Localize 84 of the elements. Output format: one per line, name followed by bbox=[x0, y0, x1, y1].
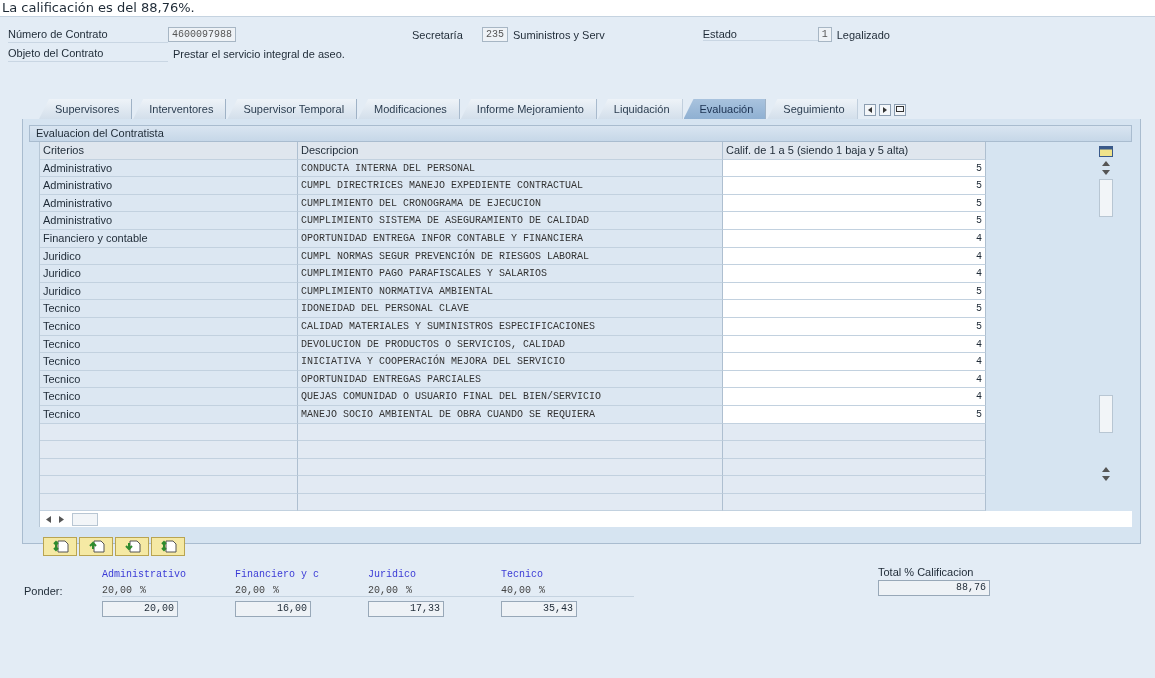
rating-cell[interactable]: 4 bbox=[723, 353, 986, 371]
field-label: Estado bbox=[702, 28, 818, 41]
score-field[interactable]: 20,00 bbox=[102, 600, 178, 617]
field-label: Objeto del Contrato bbox=[8, 45, 168, 62]
status-name: Legalizado bbox=[836, 28, 890, 41]
table-cell: Administrativo bbox=[40, 212, 298, 230]
table-cell: INICIATIVA Y COOPERACIÓN MEJORA DEL SERVICIO bbox=[298, 353, 723, 371]
secretaria-name: Suministros y Serv bbox=[513, 28, 605, 41]
score-field[interactable]: 17,33 bbox=[368, 600, 444, 617]
weight-value: 20,00 bbox=[235, 584, 265, 596]
category-name: Administrativo bbox=[102, 568, 187, 580]
scroll-left-icon[interactable] bbox=[46, 515, 51, 523]
toolbar-button[interactable] bbox=[115, 537, 149, 557]
total-field[interactable]: 88,76 bbox=[878, 580, 990, 596]
category-name: Juridico bbox=[368, 568, 417, 580]
field-label: Secretaría bbox=[412, 28, 464, 41]
scroll-right-button[interactable] bbox=[878, 104, 891, 116]
table-cell: Tecnico bbox=[40, 388, 298, 406]
percent-sign: % bbox=[406, 584, 413, 596]
tab[interactable]: Seguimiento bbox=[767, 99, 858, 119]
weight-value: 20,00 bbox=[368, 584, 398, 596]
contract-object-text: Prestar el servicio integral de aseo. bbox=[173, 47, 345, 60]
right-arrow-icon bbox=[881, 107, 888, 113]
table-cell: Tecnico bbox=[40, 353, 298, 371]
tab[interactable]: Supervisor Temporal bbox=[227, 99, 358, 119]
page-arrows-icon bbox=[51, 540, 69, 554]
tab[interactable]: Evaluación bbox=[683, 99, 767, 119]
toolbar-button[interactable] bbox=[43, 537, 77, 557]
page-up-arrow-icon bbox=[87, 540, 105, 554]
table-cell: CUMPL DIRECTRICES MANEJO EXPEDIENTE CONTRACTUAL bbox=[298, 177, 723, 195]
rating-cell[interactable]: 4 bbox=[723, 388, 986, 406]
rating-cell[interactable]: 5 bbox=[723, 177, 986, 195]
percent-sign: % bbox=[539, 584, 546, 596]
category-name: Financiero y c bbox=[235, 568, 320, 580]
table-cell: CUMPLIMIENTO SISTEMA DE ASEGURAMIENTO DE CALIDAD bbox=[298, 212, 723, 230]
table-cell: Tecnico bbox=[40, 300, 298, 318]
tab-list-button[interactable] bbox=[893, 104, 906, 116]
tab[interactable]: Modificaciones bbox=[358, 99, 460, 119]
scroll-down-icon[interactable] bbox=[1102, 170, 1110, 175]
scroll-thumb[interactable] bbox=[72, 512, 98, 526]
tab[interactable]: Supervisores bbox=[39, 99, 133, 119]
table-cell: Juridico bbox=[40, 265, 298, 283]
column-header[interactable]: Calif. de 1 a 5 (siendo 1 baja y 5 alta) bbox=[723, 142, 986, 160]
scroll-thumb[interactable] bbox=[1099, 179, 1113, 217]
column-header[interactable]: Descripcion bbox=[298, 142, 723, 160]
page-down-arrow-icon bbox=[123, 540, 141, 554]
tab[interactable]: Interventores bbox=[133, 99, 227, 119]
field-label: Número de Contrato bbox=[8, 26, 168, 43]
secretaria-code-field[interactable]: 235 bbox=[482, 27, 509, 42]
scroll-right-icon[interactable] bbox=[59, 515, 64, 523]
table-cell: Administrativo bbox=[40, 177, 298, 195]
window-icon bbox=[895, 106, 904, 114]
scroll-down-icon[interactable] bbox=[1102, 476, 1110, 481]
percent-sign: % bbox=[140, 584, 147, 596]
score-field[interactable]: 35,43 bbox=[501, 600, 577, 617]
percent-sign: % bbox=[273, 584, 280, 596]
status-code-field[interactable]: 1 bbox=[817, 27, 832, 42]
page-arrows-icon bbox=[159, 540, 177, 554]
scroll-left-button[interactable] bbox=[863, 104, 876, 116]
score-field[interactable]: 16,00 bbox=[235, 600, 311, 617]
tab[interactable]: Informe Mejoramiento bbox=[460, 99, 597, 119]
column-settings-icon[interactable] bbox=[1099, 146, 1113, 157]
toolbar-button[interactable] bbox=[151, 537, 185, 557]
total-label: Total % Calificacion bbox=[878, 566, 974, 578]
contract-number-field[interactable]: 4600097988 bbox=[168, 27, 236, 42]
weight-value: 40,00 bbox=[501, 584, 531, 596]
scroll-up-icon[interactable] bbox=[1102, 467, 1110, 472]
column-header[interactable]: Criterios bbox=[40, 142, 298, 160]
rating-cell[interactable]: 5 bbox=[723, 212, 986, 230]
tab[interactable]: Liquidación bbox=[597, 99, 683, 119]
category-name: Tecnico bbox=[501, 568, 544, 580]
row-label: Ponder: bbox=[24, 584, 64, 597]
scroll-up-icon[interactable] bbox=[1102, 161, 1110, 166]
toolbar-button[interactable] bbox=[79, 537, 113, 557]
table-cell: QUEJAS COMUNIDAD O USUARIO FINAL DEL BIEN/SERVICIO bbox=[298, 388, 723, 406]
rating-cell[interactable]: 5 bbox=[723, 300, 986, 318]
table-cell: CUMPLIMIENTO PAGO PARAFISCALES Y SALARIOS bbox=[298, 265, 723, 283]
group-title: Evaluacion del Contratista bbox=[29, 125, 1132, 142]
table-cell: IDONEIDAD DEL PERSONAL CLAVE bbox=[298, 300, 723, 318]
weight-value: 20,00 bbox=[102, 584, 132, 596]
rating-cell[interactable]: 4 bbox=[723, 265, 986, 283]
scroll-thumb[interactable] bbox=[1099, 395, 1113, 433]
caption-text: La calificación es del 88,76%. bbox=[1, 0, 195, 16]
left-arrow-icon bbox=[866, 107, 873, 113]
